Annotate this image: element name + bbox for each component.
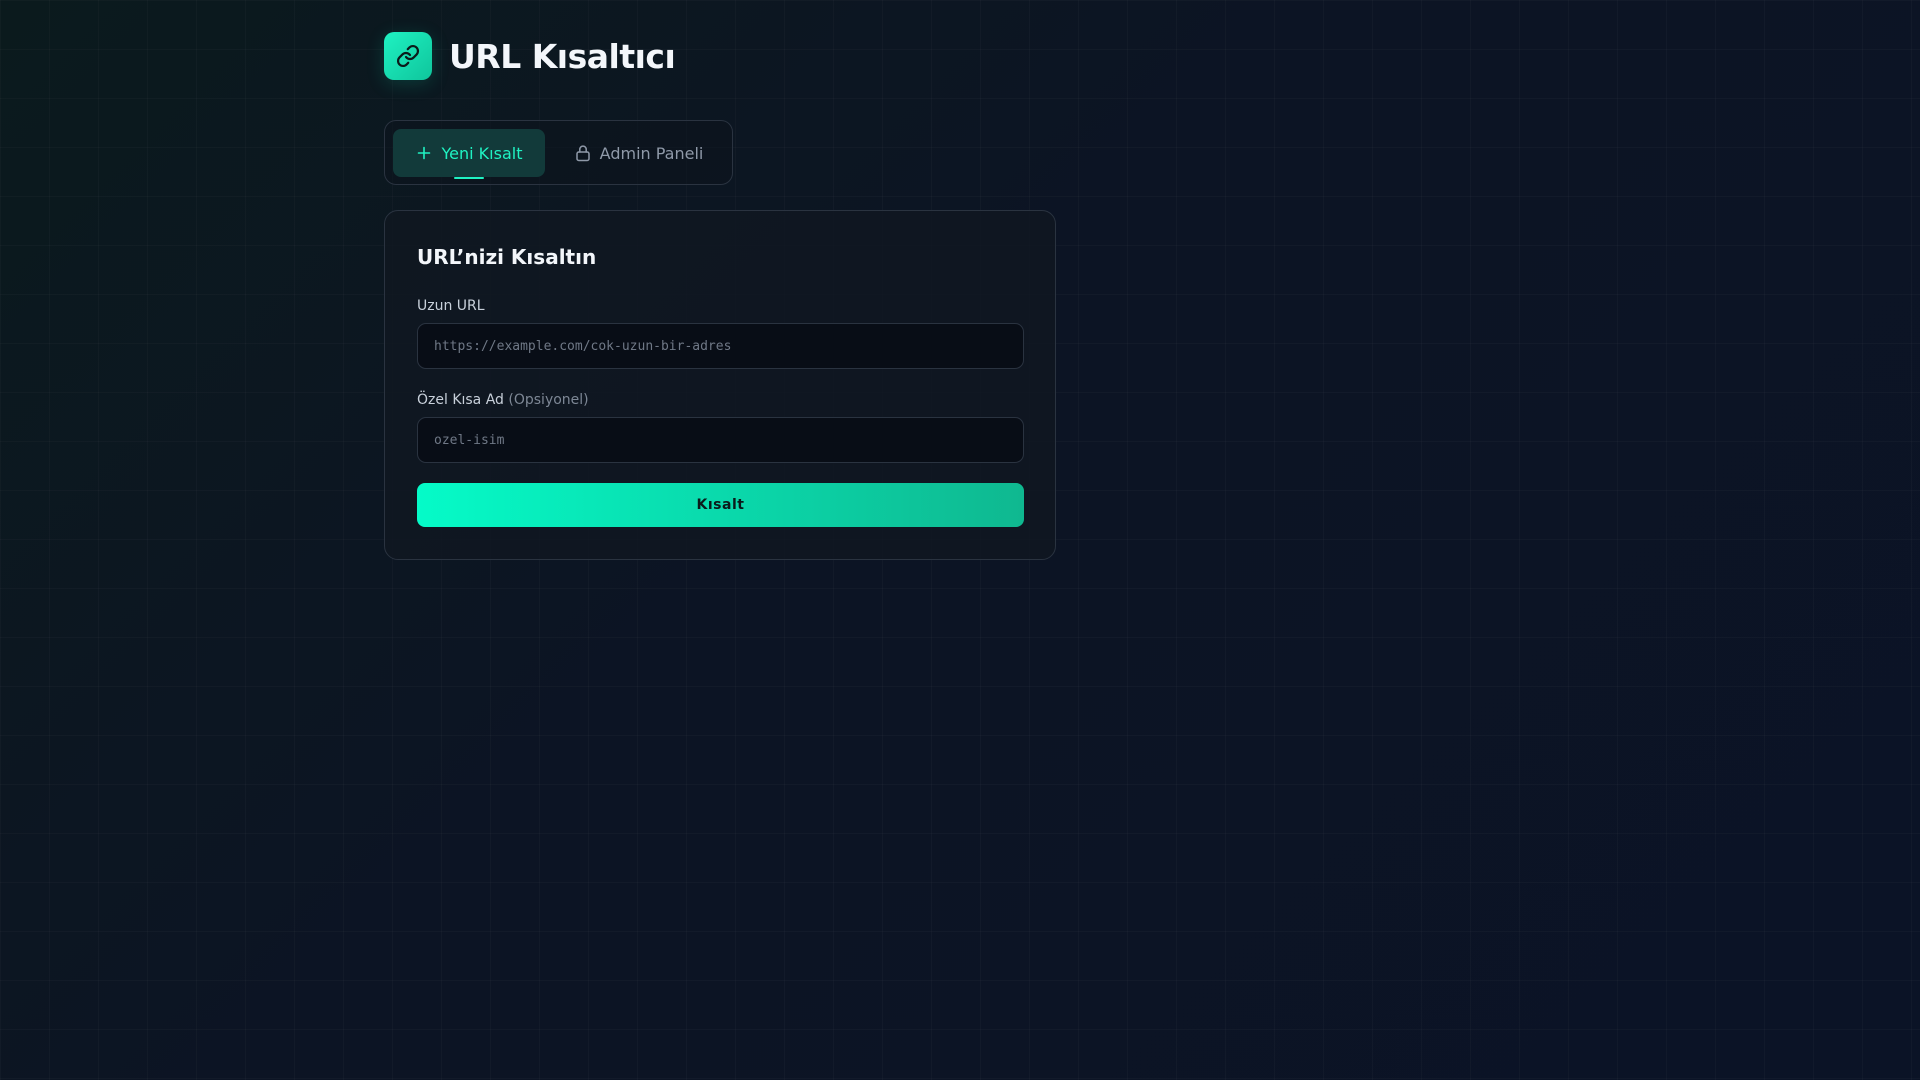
tab-admin-panel[interactable]: Admin Paneli bbox=[569, 129, 709, 177]
alias-label-text: Özel Kısa Ad bbox=[417, 392, 504, 408]
app-title: URL Kısaltıcı bbox=[449, 36, 676, 76]
tab-new-shorten[interactable]: Yeni Kısalt bbox=[393, 129, 545, 179]
link-icon bbox=[384, 32, 432, 80]
lock-icon bbox=[575, 144, 591, 162]
form-title: URL’nizi Kısaltın bbox=[417, 245, 597, 269]
plus-icon bbox=[416, 145, 432, 161]
long-url-input[interactable] bbox=[417, 323, 1024, 369]
alias-input[interactable] bbox=[417, 417, 1024, 463]
alias-optional-hint: (Opsiyonel) bbox=[508, 392, 589, 408]
alias-label: Özel Kısa Ad (Opsiyonel) bbox=[417, 392, 589, 408]
app-header: URL Kısaltıcı bbox=[384, 32, 676, 80]
tab-new-shorten-label: Yeni Kısalt bbox=[441, 143, 523, 163]
shorten-form-card: URL’nizi Kısaltın Uzun URL Özel Kısa Ad … bbox=[384, 210, 1056, 560]
tab-admin-panel-label: Admin Paneli bbox=[599, 143, 704, 163]
active-tab-indicator bbox=[454, 177, 484, 179]
shorten-button[interactable]: Kısalt bbox=[417, 483, 1024, 527]
tab-bar: Yeni Kısalt Admin Paneli bbox=[384, 120, 733, 185]
long-url-label-text: Uzun URL bbox=[417, 298, 485, 314]
long-url-label: Uzun URL bbox=[417, 298, 485, 314]
